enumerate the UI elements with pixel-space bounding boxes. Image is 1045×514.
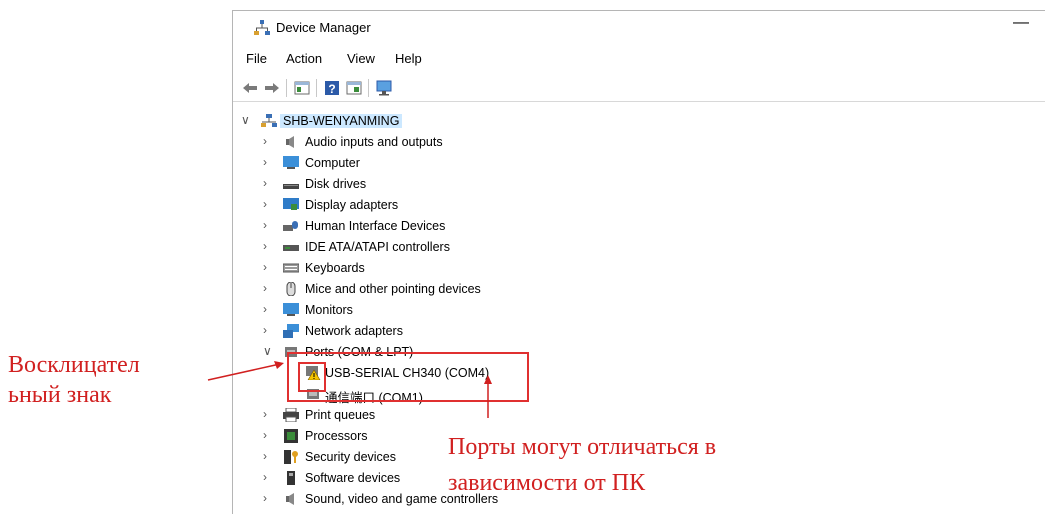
chevron-right-icon[interactable]: › — [263, 134, 273, 148]
tree-item-label: Computer — [305, 156, 360, 170]
disk-drive-icon — [283, 184, 299, 189]
network-adapter-icon — [283, 324, 299, 338]
hid-icon — [283, 221, 298, 231]
annotation-ports-line1: Порты могут отличаться в — [448, 434, 717, 460]
tree-root-label: SHB-WENYANMING — [280, 114, 403, 128]
tree-item-label: Monitors — [305, 303, 353, 317]
annotation-exclamation-text: Восклицател ьный знак — [8, 350, 140, 410]
tree-item-label: Keyboards — [305, 261, 365, 275]
chevron-right-icon[interactable]: › — [263, 239, 273, 253]
highlight-box-warning-icon — [298, 362, 326, 392]
keyboard-icon — [283, 263, 299, 273]
computer-network-icon — [261, 114, 277, 127]
chevron-right-icon[interactable]: › — [263, 407, 273, 421]
chevron-right-icon[interactable]: › — [263, 491, 273, 505]
monitor-icon — [283, 303, 299, 316]
chevron-right-icon[interactable]: › — [263, 470, 273, 484]
printer-icon — [283, 408, 299, 422]
window-title: Device Manager — [276, 20, 371, 35]
chevron-right-icon[interactable]: › — [263, 260, 273, 274]
scan-hardware-icon[interactable] — [375, 79, 393, 97]
tree-item-label: Human Interface Devices — [305, 219, 446, 233]
annotation-ports-text: Порты могут отличаться в зависимости от … — [448, 432, 716, 498]
chevron-down-icon[interactable]: ∨ — [263, 344, 273, 358]
annotation-ports-line2: зависимости от ПК — [448, 470, 646, 496]
tree-item-label: Disk drives — [305, 177, 367, 191]
chevron-right-icon[interactable]: › — [263, 281, 273, 295]
computer-icon — [283, 156, 299, 169]
annotation-exclamation-line2: ьный знак — [8, 382, 112, 408]
toolbar-separator — [316, 79, 317, 97]
tree-item-label: Print queues — [305, 408, 376, 422]
toolbar-separator — [286, 79, 287, 97]
tree-item-label: Processors — [305, 429, 368, 443]
tree-item-label: Security devices — [305, 450, 397, 464]
forward-arrow-icon[interactable] — [263, 79, 281, 97]
security-key-icon — [284, 450, 298, 464]
processor-icon — [284, 429, 298, 443]
chevron-right-icon[interactable]: › — [263, 197, 273, 211]
chevron-right-icon[interactable]: › — [263, 218, 273, 232]
display-adapter-icon — [283, 198, 299, 210]
minimize-button[interactable]: — — [1009, 13, 1033, 37]
tree-item-label: IDE ATA/ATAPI controllers — [305, 240, 450, 254]
speaker-icon — [286, 493, 294, 505]
speaker-icon — [286, 136, 294, 148]
menu-help[interactable]: Help — [395, 51, 422, 66]
ide-controller-icon — [283, 245, 299, 251]
chevron-right-icon[interactable]: › — [263, 428, 273, 442]
tree-item-label: Audio inputs and outputs — [305, 135, 443, 149]
svg-text:?: ? — [328, 82, 335, 96]
menu-view[interactable]: View — [347, 51, 375, 66]
device-manager-icon — [254, 20, 270, 35]
toolbar: ? — [233, 75, 1045, 102]
chevron-right-icon[interactable]: › — [263, 155, 273, 169]
menu-file[interactable]: File — [246, 51, 267, 66]
properties-icon[interactable] — [293, 79, 311, 97]
software-device-icon — [287, 471, 295, 485]
annotation-exclamation-line1: Восклицател — [8, 352, 140, 378]
menu-bar: File Action View Help — [233, 49, 1045, 69]
help-icon[interactable]: ? — [323, 79, 341, 97]
toolbar-separator — [368, 79, 369, 97]
tree-item-label: Software devices — [305, 471, 401, 485]
chevron-right-icon[interactable]: › — [263, 302, 273, 316]
title-bar: Device Manager — — [233, 11, 1045, 45]
tree-item-label: Network adapters — [305, 324, 403, 338]
mouse-icon — [286, 282, 296, 296]
tree-item-label: Mice and other pointing devices — [305, 282, 481, 296]
back-arrow-icon[interactable] — [241, 79, 259, 97]
chevron-right-icon[interactable]: › — [263, 449, 273, 463]
chevron-right-icon[interactable]: › — [263, 323, 273, 337]
chevron-down-icon[interactable]: ∨ — [241, 113, 251, 127]
tree-item-label: Display adapters — [305, 198, 399, 212]
update-driver-icon[interactable] — [345, 79, 363, 97]
menu-action[interactable]: Action — [286, 51, 322, 66]
chevron-right-icon[interactable]: › — [263, 176, 273, 190]
